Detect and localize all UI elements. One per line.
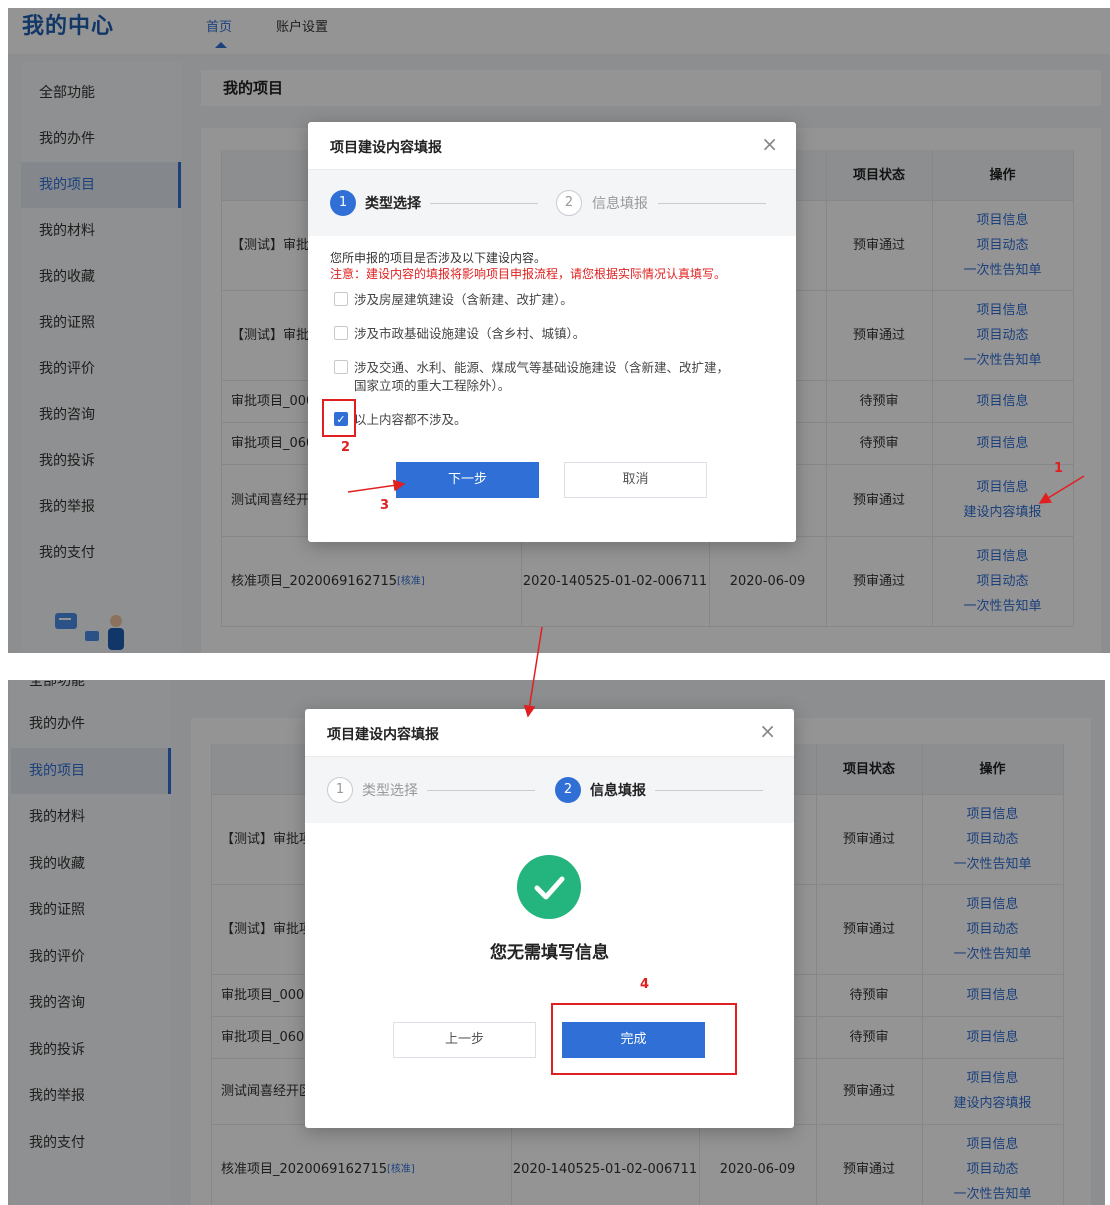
- next-button[interactable]: 下一步: [396, 462, 539, 498]
- checkbox[interactable]: [334, 360, 348, 374]
- success-message: 您无需填写信息: [490, 943, 609, 963]
- annotation-label-2: 2: [341, 440, 351, 455]
- notice-text: 注意：建设内容的填报将影响项目申报流程，请您根据实际情况认真填写。: [330, 267, 727, 281]
- close-icon[interactable]: ×: [761, 132, 778, 156]
- option-municipal[interactable]: 涉及市政基础设施建设（含乡村、城镇）。: [334, 325, 585, 343]
- modal-title: 项目建设内容填报: [327, 727, 439, 743]
- step-1-label: 类型选择: [362, 783, 418, 799]
- step-2-label: 信息填报: [592, 196, 648, 212]
- stepper: 1 类型选择 2 信息填报: [305, 757, 794, 823]
- option-housing[interactable]: 涉及房屋建筑建设（含新建、改扩建）。: [334, 291, 573, 309]
- success-check-icon: [517, 855, 581, 919]
- step-2-label: 信息填报: [590, 783, 646, 799]
- checkbox[interactable]: [334, 292, 348, 306]
- annotation-label-3: 3: [380, 498, 390, 513]
- step-1-indicator: 1: [327, 777, 353, 803]
- step-1-label: 类型选择: [365, 196, 421, 212]
- step-1-indicator: 1: [330, 190, 356, 216]
- annotation-box-checkbox: [322, 399, 356, 437]
- stepper: 1 类型选择 2 信息填报: [308, 170, 796, 236]
- screenshot-bottom: 全部功能 我的办件 我的项目 我的材料 我的收藏 我的证照 我的评价 我的咨询 …: [8, 680, 1105, 1205]
- step-2-indicator: 2: [555, 777, 581, 803]
- build-content-modal: 项目建设内容填报 × 1 类型选择 2 信息填报 您所申报的项目是否涉及以下建设…: [308, 122, 796, 542]
- modal-header: 项目建设内容填报 ×: [308, 122, 796, 170]
- option-infrastructure[interactable]: 涉及交通、水利、能源、煤成气等基础设施建设（含新建、改扩建， 国家立项的重大工程…: [334, 359, 729, 395]
- modal-title: 项目建设内容填报: [330, 140, 442, 156]
- close-icon[interactable]: ×: [759, 719, 776, 743]
- question-text: 您所申报的项目是否涉及以下建设内容。: [330, 251, 547, 265]
- step-2-indicator: 2: [556, 190, 582, 216]
- modal-header: 项目建设内容填报 ×: [305, 709, 794, 757]
- checkbox[interactable]: [334, 326, 348, 340]
- screenshot-top: 我的中心 首页 账户设置 全部功能 我的办件 我的项目 我的材料 我的收藏 我的…: [8, 8, 1110, 653]
- cancel-button[interactable]: 取消: [564, 462, 707, 498]
- annotation-label-1: 1: [1054, 461, 1064, 476]
- prev-button[interactable]: 上一步: [393, 1022, 536, 1058]
- annotation-label-4: 4: [640, 977, 650, 992]
- annotation-box-finish: [551, 1003, 737, 1075]
